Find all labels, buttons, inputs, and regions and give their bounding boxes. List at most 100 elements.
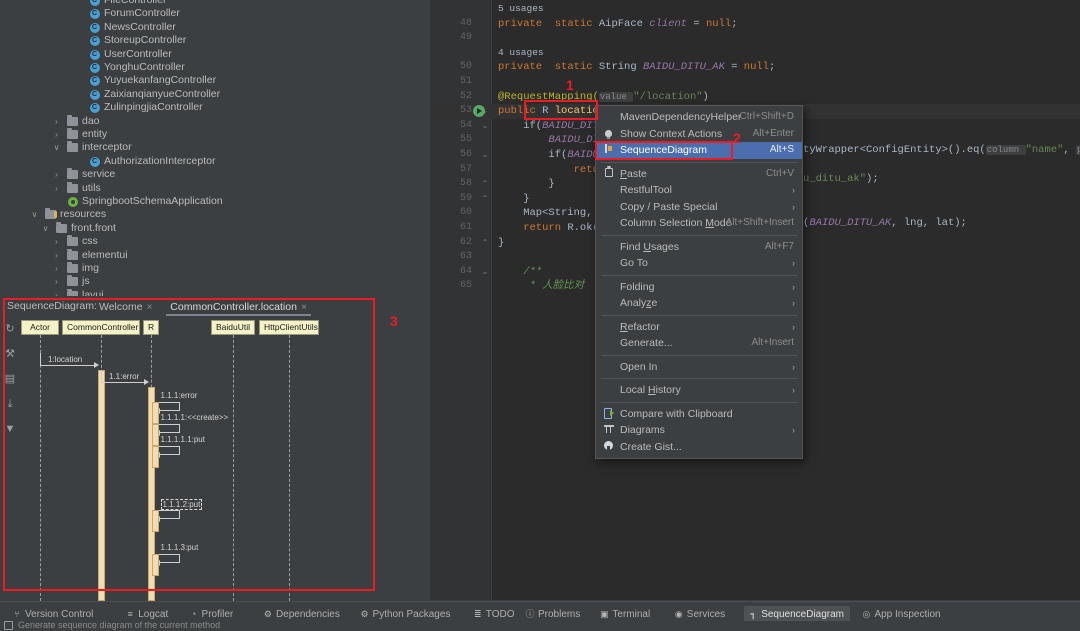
- menu-item-no-icon: [601, 199, 616, 216]
- tree-item-css[interactable]: › css: [0, 235, 430, 248]
- tree-twisty-icon[interactable]: ›: [52, 115, 61, 128]
- tree-item-interceptor[interactable]: ∨ interceptor: [0, 141, 430, 154]
- tree-item-front-front[interactable]: ∨ front.front: [0, 221, 430, 235]
- line-number: 51: [459, 76, 472, 87]
- menu-item-shortcut: Alt+Shift+Insert: [725, 217, 794, 228]
- code-fold-icon[interactable]: ⌃: [480, 192, 490, 207]
- diagrams-icon: [601, 422, 616, 439]
- menu-item-label: Folding: [620, 280, 655, 293]
- tree-item-service[interactable]: › service: [0, 168, 430, 181]
- tree-twisty-icon[interactable]: ∨: [52, 141, 61, 154]
- project-tree-panel[interactable]: FileControllerForumControllerNewsControl…: [0, 0, 430, 296]
- tree-item-storeupcontroller[interactable]: StoreupController: [0, 34, 430, 47]
- menu-item-label: RestfulTool: [620, 184, 672, 196]
- class-icon: [88, 61, 101, 74]
- code-fold-icon[interactable]: ⌄: [480, 265, 490, 280]
- tree-item-springbootschemaapplication[interactable]: SpringbootSchemaApplication: [0, 195, 430, 208]
- tree-item-usercontroller[interactable]: UserController: [0, 48, 430, 61]
- status-tab-label: Services: [686, 609, 726, 620]
- code-line-51[interactable]: 51: [430, 75, 1080, 90]
- code-line-49[interactable]: 49: [430, 31, 1080, 46]
- menu-item-copy-paste-special[interactable]: Copy / Paste Special ›: [596, 199, 802, 216]
- tree-item-img[interactable]: › img: [0, 262, 430, 275]
- chevron-right-icon: ›: [792, 425, 795, 435]
- tree-item-filecontroller[interactable]: FileController: [0, 0, 430, 7]
- tree-item-entity[interactable]: › entity: [0, 128, 430, 141]
- tree-item-newscontroller[interactable]: NewsController: [0, 21, 430, 34]
- code-fold-icon[interactable]: ⌃: [480, 177, 490, 192]
- annotation-number-2: 2: [733, 130, 741, 146]
- tree-item-elementui[interactable]: › elementui: [0, 248, 430, 262]
- menu-item-label: Generate...: [620, 337, 673, 349]
- tree-item-utils[interactable]: › utils: [0, 181, 430, 195]
- tree-twisty-icon[interactable]: ∨: [41, 222, 50, 235]
- menu-item-compare-with-clipboard[interactable]: Compare with Clipboard: [596, 406, 802, 423]
- tree-twisty-icon[interactable]: ›: [52, 182, 61, 195]
- menu-item-no-icon: [601, 215, 616, 232]
- tree-item-label: entity: [82, 128, 108, 140]
- tree-item-yuyuekanfangcontroller[interactable]: YuyuekanfangController: [0, 74, 430, 87]
- tree-item-yonghucontroller[interactable]: YonghuController: [0, 61, 430, 74]
- status-hint-bar: Generate sequence diagram of the current…: [0, 620, 1080, 631]
- tree-twisty-icon[interactable]: ∨: [30, 208, 39, 221]
- menu-item-analyze[interactable]: Analyze ›: [596, 295, 802, 312]
- menu-item-local-history[interactable]: Local History ›: [596, 382, 802, 399]
- menu-item-no-icon: [601, 359, 616, 376]
- line-text: }: [498, 192, 530, 205]
- tree-twisty-icon[interactable]: ›: [52, 128, 61, 141]
- tree-item-zaixianqianyuecontroller[interactable]: ZaixianqianyueController: [0, 88, 430, 101]
- menu-item-find-usages[interactable]: Find Usages Alt+F7: [596, 239, 802, 256]
- tree-item-label: utils: [82, 181, 101, 194]
- line-number: 52: [459, 90, 472, 102]
- tree-item-label: elementui: [82, 248, 128, 261]
- tree-item-dao[interactable]: › dao: [0, 114, 430, 128]
- menu-item-generate[interactable]: Generate... Alt+Insert: [596, 335, 802, 352]
- code-fold-icon[interactable]: ⌃: [480, 236, 490, 251]
- menu-item-mavendependencyhelper[interactable]: MavenDependencyHelper Ctrl+Shift+D: [596, 109, 802, 126]
- menu-item-label: Copy / Paste Special: [620, 200, 718, 213]
- tree-twisty-icon[interactable]: ›: [52, 168, 61, 181]
- tree-item-js[interactable]: › js: [0, 275, 430, 288]
- class-icon: [88, 101, 101, 114]
- menu-item-no-icon: [601, 335, 616, 352]
- menu-item-paste[interactable]: Paste Ctrl+V: [596, 166, 802, 183]
- menu-item-refactor[interactable]: Refactor ›: [596, 319, 802, 336]
- menu-item-create-gist[interactable]: Create Gist...: [596, 439, 802, 456]
- code-fold-icon[interactable]: ⌄: [480, 119, 490, 134]
- menu-item-go-to[interactable]: Go To ›: [596, 255, 802, 272]
- menu-item-no-icon: [601, 382, 616, 399]
- code-fold-icon[interactable]: ⌄: [480, 148, 490, 163]
- tree-twisty-icon[interactable]: ›: [52, 262, 61, 275]
- menu-item-folding[interactable]: Folding ›: [596, 279, 802, 296]
- tree-item-forumcontroller[interactable]: ForumController: [0, 7, 430, 20]
- menu-item-no-icon: [601, 239, 616, 256]
- menu-item-diagrams[interactable]: Diagrams ›: [596, 422, 802, 439]
- code-usages-hint[interactable]: 5 usages: [430, 2, 1080, 17]
- class-icon: [88, 21, 101, 34]
- tree-item-label: FileController: [104, 0, 167, 6]
- menu-item-show-context-actions[interactable]: Show Context Actions Alt+Enter: [596, 126, 802, 143]
- class-icon: [88, 0, 101, 7]
- annotation-number-3: 3: [390, 313, 398, 329]
- line-text: }: [498, 236, 505, 249]
- tree-item-label: AuthorizationInterceptor: [104, 154, 216, 167]
- tree-item-authorizationinterceptor[interactable]: AuthorizationInterceptor: [0, 155, 430, 168]
- line-text: * 人脸比对: [498, 280, 585, 293]
- menu-item-restfultool[interactable]: RestfulTool ›: [596, 182, 802, 199]
- menu-item-column-selection-mode[interactable]: Column Selection Mode Alt+Shift+Insert: [596, 215, 802, 232]
- code-line-50[interactable]: 50 private static String BAIDU_DITU_AK = …: [430, 60, 1080, 75]
- code-line-48[interactable]: 48 private static AipFace client = null;: [430, 17, 1080, 32]
- tree-item-zulinpingjiacontroller[interactable]: ZulinpingjiaController: [0, 101, 430, 114]
- usages-hint-text: 4 usages: [498, 46, 544, 58]
- chevron-right-icon: ›: [792, 281, 795, 292]
- tree-twisty-icon[interactable]: ›: [52, 249, 61, 262]
- tree-twisty-icon[interactable]: ›: [52, 235, 61, 248]
- tree-item-layui[interactable]: › layui: [0, 288, 430, 296]
- code-usages-hint[interactable]: 4 usages: [430, 46, 1080, 61]
- tree-item-label: SpringbootSchemaApplication: [82, 195, 223, 207]
- tree-twisty-icon[interactable]: ›: [52, 289, 61, 296]
- tree-item-label: service: [82, 168, 116, 181]
- tree-item-resources[interactable]: ∨ resources: [0, 208, 430, 221]
- tree-twisty-icon[interactable]: ›: [52, 275, 61, 288]
- menu-item-open-in[interactable]: Open In ›: [596, 359, 802, 376]
